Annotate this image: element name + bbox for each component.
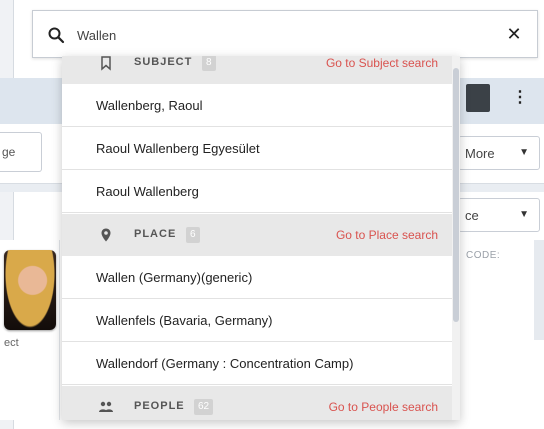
- suggestion-item[interactable]: Raoul Wallenberg: [62, 170, 460, 213]
- filter-select-left-label: ge: [2, 145, 16, 159]
- sort-select-label: ce: [465, 208, 479, 223]
- view-toggle-button[interactable]: [466, 84, 490, 112]
- sort-select[interactable]: ce ▼: [458, 198, 540, 232]
- suggestion-item[interactable]: Wallenfels (Bavaria, Germany): [62, 299, 460, 342]
- group-count-badge: 62: [194, 399, 214, 415]
- kebab-menu-icon[interactable]: ⋮: [512, 88, 528, 108]
- suggestion-item[interactable]: Wallenberg, Raoul: [62, 84, 460, 127]
- close-icon[interactable]: ✕: [503, 23, 525, 45]
- caret-down-icon: ▼: [519, 209, 529, 220]
- more-select[interactable]: More ▼: [458, 136, 540, 170]
- group-header-people: PEOPLE 62 Go to People search: [62, 386, 460, 420]
- autocomplete-dropdown: SUBJECT 8 Go to Subject search Wallenber…: [62, 56, 460, 420]
- caret-down-icon: ▼: [519, 147, 529, 158]
- suggestion-item[interactable]: Wallen (Germany)(generic): [62, 256, 460, 299]
- result-card-right[interactable]: [458, 240, 532, 420]
- people-icon: [99, 401, 113, 412]
- code-label: CODE:: [466, 250, 501, 261]
- go-to-people-search-link[interactable]: Go to People search: [329, 400, 438, 414]
- suggestion-item[interactable]: Raoul Wallenberg Egyesület: [62, 127, 460, 170]
- search-icon[interactable]: [47, 26, 65, 44]
- group-count-badge: 8: [202, 56, 216, 71]
- group-label: PEOPLE: [134, 400, 185, 412]
- group-header-place: PLACE 6 Go to Place search: [62, 214, 460, 256]
- group-label: SUBJECT: [134, 56, 193, 68]
- more-select-label: More: [465, 146, 495, 161]
- search-input[interactable]: [77, 23, 457, 47]
- group-label: PLACE: [134, 228, 177, 240]
- filter-select-left[interactable]: ge: [0, 132, 42, 172]
- map-marker-icon: [101, 228, 111, 242]
- suggestion-item[interactable]: Wallendorf (Germany : Concentration Camp…: [62, 342, 460, 385]
- dropdown-scrollbar[interactable]: [452, 56, 460, 420]
- result-thumbnail[interactable]: [4, 250, 56, 330]
- group-header-subject: SUBJECT 8 Go to Subject search: [62, 56, 460, 84]
- dropdown-scroll-thumb[interactable]: [453, 68, 459, 322]
- result-card-caption: ect: [4, 337, 19, 349]
- go-to-subject-search-link[interactable]: Go to Subject search: [326, 56, 438, 70]
- bookmark-icon: [101, 56, 111, 71]
- go-to-place-search-link[interactable]: Go to Place search: [336, 228, 438, 242]
- page-scrollbar[interactable]: [534, 240, 544, 340]
- group-count-badge: 6: [186, 227, 200, 243]
- search-bar: ✕: [32, 10, 538, 58]
